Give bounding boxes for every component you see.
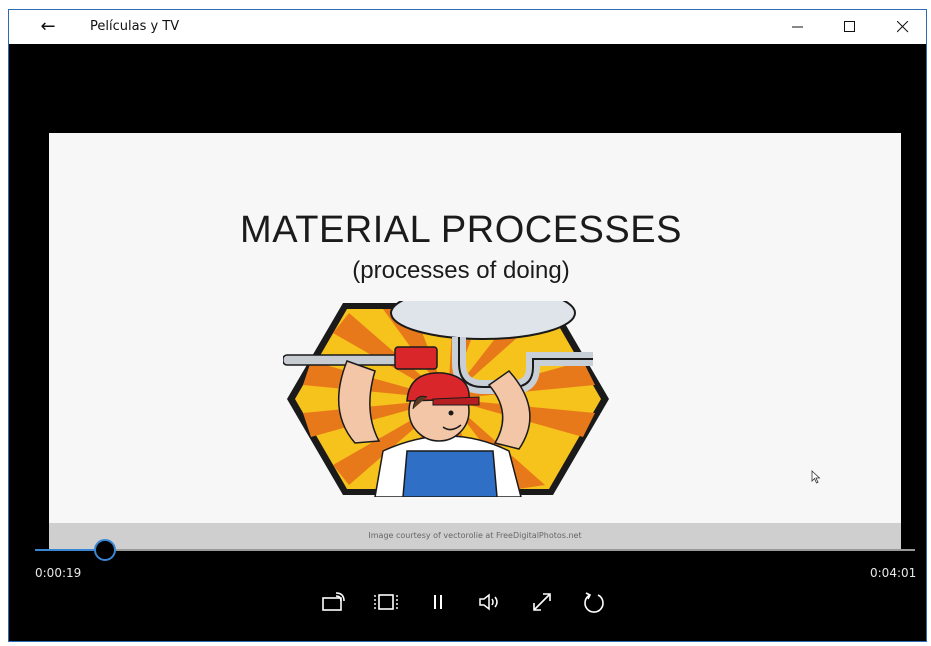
pause-icon <box>434 595 442 609</box>
cast-icon <box>322 592 345 611</box>
expand-icon <box>533 593 551 611</box>
maximize-icon <box>844 21 855 32</box>
total-time: 0:04:01 <box>870 566 917 580</box>
seek-bar-thumb[interactable] <box>93 539 116 561</box>
video-frame[interactable]: MATERIAL PROCESSES (processes of doing) <box>49 133 901 551</box>
app-window: ← Películas y TV MATERIAL PROCESSES (pro… <box>8 9 927 642</box>
mouse-pointer-icon <box>811 470 821 484</box>
close-icon <box>897 21 909 33</box>
volume-button[interactable] <box>475 588 505 616</box>
pause-button[interactable] <box>423 588 453 616</box>
minimize-button[interactable] <box>775 10 821 44</box>
aspect-ratio-icon <box>374 594 398 610</box>
elapsed-time: 0:00:19 <box>35 566 82 580</box>
aspect-ratio-button[interactable] <box>371 588 401 616</box>
window-title: Películas y TV <box>90 19 180 34</box>
title-bar: ← Películas y TV <box>9 10 926 44</box>
playback-controls <box>319 588 609 616</box>
back-button[interactable]: ← <box>35 16 61 38</box>
image-credit-bar: Image courtesy of vectorolie at FreeDigi… <box>49 523 901 551</box>
slide-title: MATERIAL PROCESSES <box>240 209 682 251</box>
close-button[interactable] <box>880 10 926 44</box>
seek-bar-track[interactable] <box>35 549 915 551</box>
maximize-button[interactable] <box>827 10 873 44</box>
repeat-icon <box>584 592 604 613</box>
fullscreen-button[interactable] <box>527 588 557 616</box>
cast-to-device-button[interactable] <box>319 588 349 616</box>
volume-icon <box>479 593 498 611</box>
minimize-icon <box>792 26 803 28</box>
back-arrow-icon: ← <box>40 16 56 37</box>
slide-subtitle: (processes of doing) <box>352 257 570 284</box>
plumber-illustration <box>283 301 609 497</box>
image-credit-text: Image courtesy of vectorolie at FreeDigi… <box>368 531 582 540</box>
repeat-button[interactable] <box>579 588 609 616</box>
